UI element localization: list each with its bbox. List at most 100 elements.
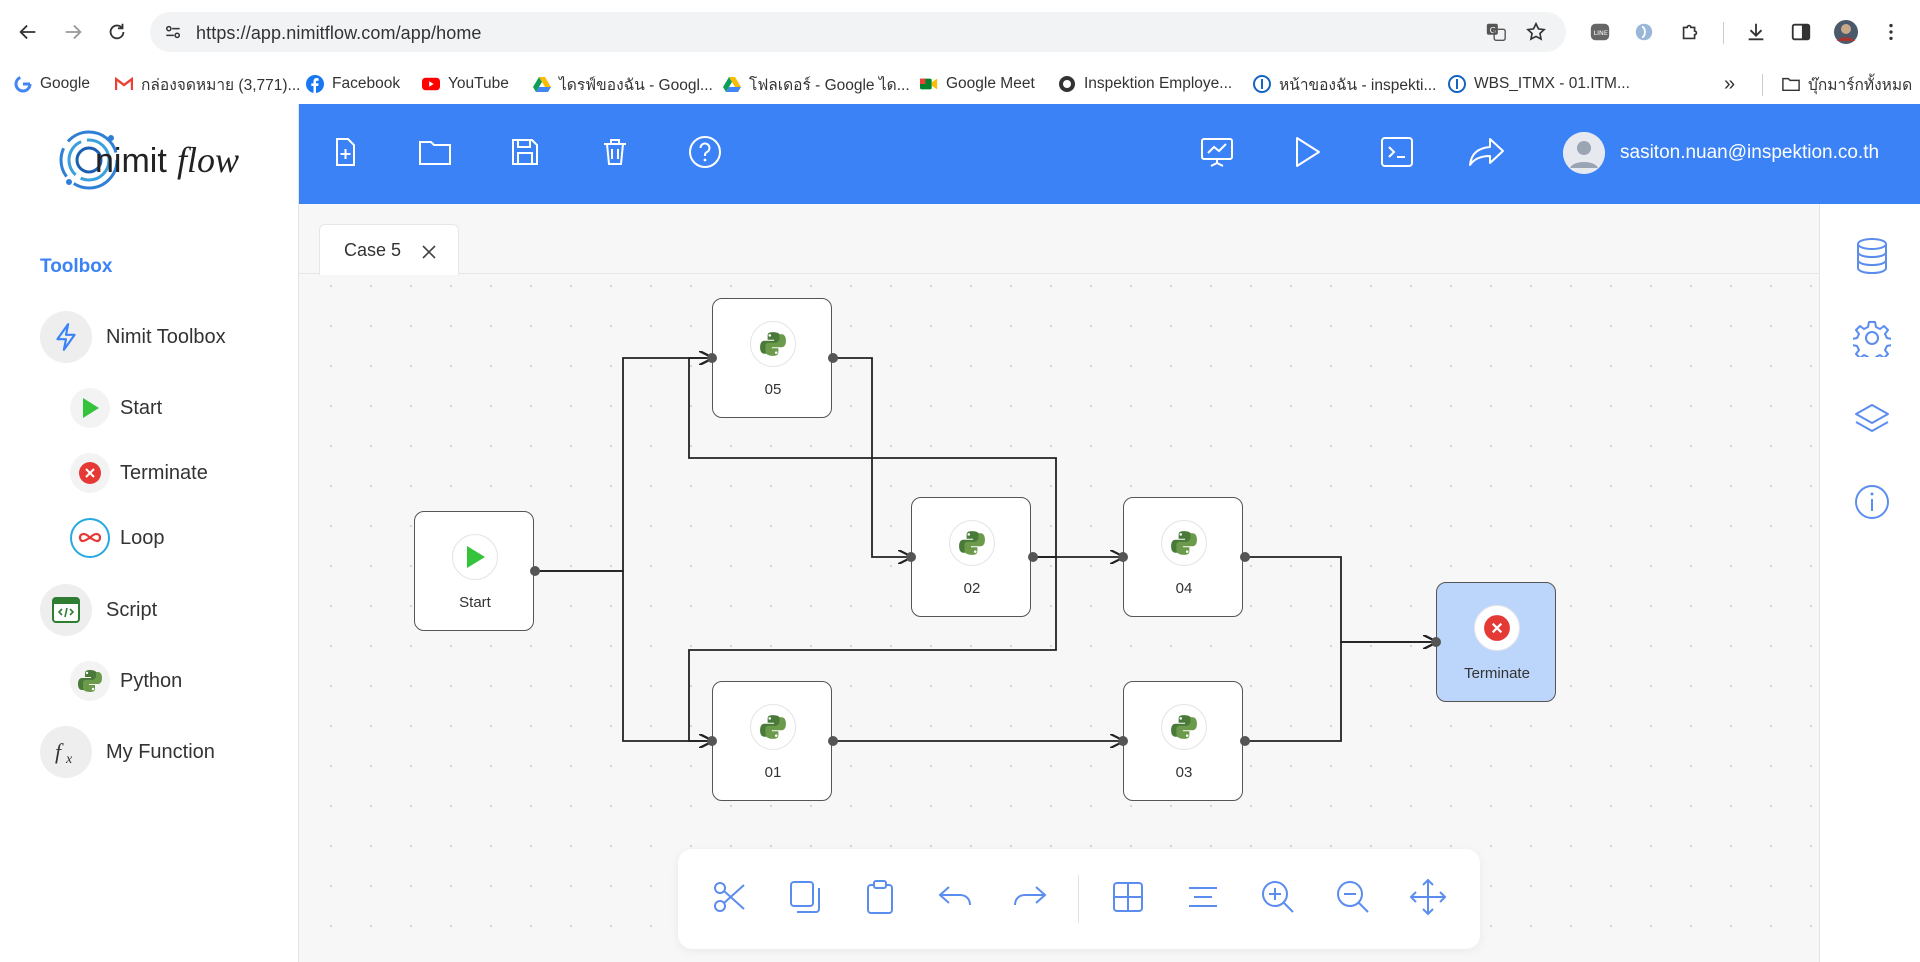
node-terminate[interactable]: Terminate (1436, 582, 1556, 702)
python-icon (1161, 704, 1207, 750)
puzzle-icon[interactable] (1676, 18, 1704, 46)
node-04[interactable]: 04 (1123, 497, 1243, 617)
zoom-in-button[interactable] (1258, 879, 1298, 919)
port-01-in[interactable] (707, 736, 717, 746)
extension-icon[interactable] (1630, 18, 1658, 46)
bookmark-inspektion[interactable]: Inspektion Employe... (1058, 70, 1232, 98)
run-button[interactable] (1287, 134, 1327, 174)
delete-button[interactable] (595, 134, 635, 174)
bookmarks-overflow-button[interactable]: » (1724, 70, 1735, 98)
svg-text:LINE: LINE (1594, 29, 1608, 37)
port-05-in[interactable] (707, 353, 717, 363)
download-icon[interactable] (1742, 18, 1770, 46)
svg-text:flow: flow (177, 140, 239, 180)
address-bar[interactable]: https://app.nimitflow.com/app/home G (150, 12, 1566, 52)
bookmark-drive-2[interactable]: โฟลเดอร์ - Google ได... (723, 70, 910, 98)
toolbox-sidebar: nimit flow Toolbox Nimit Toolbox Start T… (0, 104, 299, 962)
translate-icon[interactable]: G (1484, 20, 1508, 44)
user-email[interactable]: sasiton.nuan@inspektion.co.th (1620, 142, 1879, 164)
python-icon (949, 520, 995, 566)
line-extension-icon[interactable]: LINE (1586, 18, 1614, 46)
right-panel (1819, 204, 1920, 962)
node-02[interactable]: 02 (911, 497, 1031, 617)
database-button[interactable] (1852, 237, 1892, 278)
align-button[interactable] (1183, 879, 1223, 919)
facebook-icon (306, 75, 324, 93)
site-info-icon[interactable] (162, 21, 184, 43)
port-start-out[interactable] (530, 566, 540, 576)
port-05-out[interactable] (828, 353, 838, 363)
bookmark-drive-1[interactable]: ไดรฟ์ของฉัน - Googl... (533, 70, 713, 98)
node-05[interactable]: 05 (712, 298, 832, 418)
open-folder-button[interactable] (415, 134, 455, 174)
node-01[interactable]: 01 (712, 681, 832, 801)
port-04-in[interactable] (1118, 552, 1128, 562)
port-02-out[interactable] (1028, 552, 1038, 562)
canvas-toolbar (678, 849, 1480, 949)
zoom-out-button[interactable] (1333, 879, 1373, 919)
user-avatar[interactable] (1563, 132, 1605, 174)
zoom-in-icon (1260, 879, 1296, 920)
terminal-button[interactable] (1377, 134, 1417, 174)
svg-text:x: x (65, 752, 73, 767)
node-start[interactable]: Start (414, 511, 534, 631)
toolbox-group-nimit[interactable]: Nimit Toolbox (40, 311, 226, 363)
bookmark-google[interactable]: Google (14, 70, 90, 98)
bookmark-google-meet[interactable]: Google Meet (920, 70, 1035, 98)
undo-icon (937, 883, 973, 916)
bookmark-my-page[interactable]: หน้าของฉัน - inspekti... (1253, 70, 1436, 98)
paste-button[interactable] (860, 879, 900, 919)
chrome-menu-icon[interactable] (1877, 18, 1905, 46)
node-label: Start (459, 594, 491, 611)
new-file-button[interactable] (325, 134, 365, 174)
bookmark-youtube[interactable]: YouTube (422, 70, 509, 98)
side-panel-icon[interactable] (1787, 18, 1815, 46)
monitor-button[interactable] (1197, 134, 1237, 174)
svg-text:f: f (55, 739, 64, 764)
port-terminate-in[interactable] (1431, 637, 1441, 647)
share-button[interactable] (1467, 134, 1507, 174)
bookmark-gmail[interactable]: กล่องจดหมาย (3,771)... (115, 70, 300, 98)
port-03-in[interactable] (1118, 736, 1128, 746)
toolbox-item-start[interactable]: Start (70, 388, 162, 428)
bookmark-facebook[interactable]: Facebook (306, 70, 400, 98)
toolbox-title: Toolbox (40, 256, 113, 277)
undo-button[interactable] (935, 879, 975, 919)
grid-button[interactable] (1108, 879, 1148, 919)
info-icon (1448, 75, 1466, 93)
port-03-out[interactable] (1240, 736, 1250, 746)
toolbox-item-loop[interactable]: Loop (70, 518, 165, 558)
port-01-out[interactable] (828, 736, 838, 746)
forward-button[interactable] (55, 14, 91, 50)
toolbox-group-script[interactable]: Script (40, 584, 157, 636)
toolbox-item-terminate[interactable]: Terminate (70, 453, 208, 493)
help-button[interactable] (685, 134, 725, 174)
close-icon[interactable] (418, 241, 440, 263)
node-03[interactable]: 03 (1123, 681, 1243, 801)
port-02-in[interactable] (906, 552, 916, 562)
layers-button[interactable] (1852, 402, 1892, 442)
pan-button[interactable] (1408, 878, 1448, 919)
toolbox-item-python[interactable]: Python (70, 661, 182, 701)
port-04-out[interactable] (1240, 552, 1250, 562)
drive-icon (533, 75, 551, 93)
cut-button[interactable] (710, 879, 750, 919)
bookmark-wbs-itmx[interactable]: WBS_ITMX - 01.ITM... (1448, 70, 1630, 98)
nimitflow-logo[interactable]: nimit flow (55, 120, 245, 200)
redo-button[interactable] (1010, 879, 1050, 919)
edge-04-terminate (1245, 556, 1436, 642)
reload-button[interactable] (99, 14, 135, 50)
url-text[interactable]: https://app.nimitflow.com/app/home (196, 23, 482, 44)
back-button[interactable] (10, 14, 46, 50)
toolbox-group-my-function[interactable]: fx My Function (40, 726, 215, 778)
tab-case-5[interactable]: Case 5 (319, 224, 459, 275)
bookmark-star-icon[interactable] (1524, 20, 1548, 44)
copy-button[interactable] (785, 879, 825, 919)
all-bookmarks-button[interactable]: บุ๊กมาร์กทั้งหมด (1782, 70, 1912, 98)
settings-button[interactable] (1851, 320, 1893, 363)
info-button[interactable] (1852, 484, 1892, 524)
save-button[interactable] (505, 134, 545, 174)
clipboard-icon (864, 879, 896, 920)
profile-avatar-icon[interactable] (1832, 18, 1860, 46)
terminate-icon (1474, 605, 1520, 651)
